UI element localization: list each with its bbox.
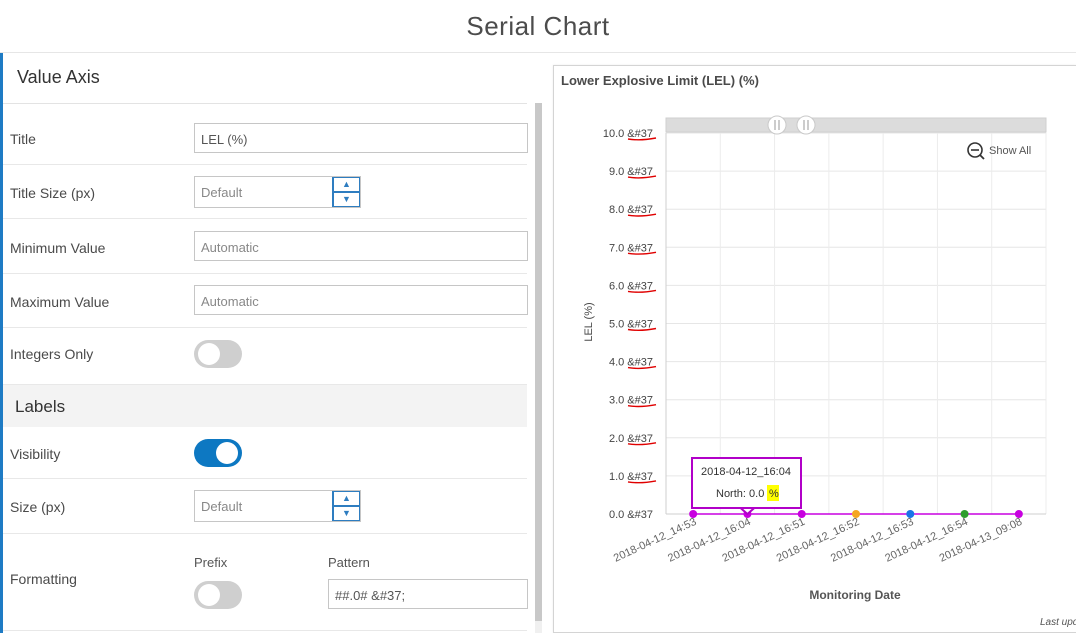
title-size-placeholder: Default (201, 185, 243, 200)
formatting-label: Formatting (10, 571, 77, 587)
label-size-label: Size (px) (10, 499, 66, 515)
minimum-value-label: Minimum Value (10, 240, 106, 256)
chart-preview-panel (553, 65, 1076, 633)
maximum-value-input[interactable]: Automatic (194, 285, 528, 315)
page-title: Serial Chart (466, 11, 610, 41)
panel-scrollbar-thumb[interactable] (535, 103, 542, 621)
integers-only-toggle[interactable] (194, 340, 242, 368)
labels-heading: Labels (15, 397, 66, 416)
visibility-row: Visibility (3, 428, 527, 479)
formatting-row: Formatting Prefix Pattern ##.0# &#37; (3, 534, 528, 631)
minimum-value-input[interactable]: Automatic (194, 231, 528, 261)
label-size-placeholder: Default (201, 499, 243, 514)
increment-arrow-icon[interactable]: ▲ (333, 177, 360, 192)
value-axis-heading: Value Axis (17, 67, 100, 87)
title-size-row: Title Size (px) Default ▲ ▼ (3, 165, 527, 219)
label-size-stepper[interactable]: Default ▲ ▼ (194, 490, 361, 522)
decrement-arrow-icon[interactable]: ▼ (333, 192, 360, 207)
labels-section-header: Labels (3, 385, 527, 427)
pattern-input[interactable]: ##.0# &#37; (328, 579, 528, 609)
title-input[interactable]: LEL (%) (194, 123, 528, 153)
label-size-row: Size (px) Default ▲ ▼ (3, 479, 527, 534)
integers-only-row: Integers Only (3, 328, 527, 385)
integers-only-label: Integers Only (10, 346, 94, 362)
title-size-label: Title Size (px) (10, 185, 96, 201)
increment-arrow-icon[interactable]: ▲ (333, 491, 360, 506)
visibility-toggle[interactable] (194, 439, 242, 467)
label-size-spinner: ▲ ▼ (332, 491, 360, 521)
toggle-knob (198, 343, 220, 365)
maximum-value-label: Maximum Value (10, 294, 110, 310)
value-axis-section-header: Value Axis (3, 53, 527, 104)
pattern-label: Pattern (328, 555, 370, 570)
toggle-knob (216, 442, 238, 464)
toggle-knob (198, 584, 220, 606)
minimum-value-row: Minimum Value Automatic (3, 219, 528, 274)
chart-title: Lower Explosive Limit (LEL) (%) (561, 73, 759, 88)
title-size-spinner: ▲ ▼ (332, 177, 360, 207)
prefix-label: Prefix (194, 555, 228, 570)
title-label: Title (10, 131, 36, 147)
title-size-stepper[interactable]: Default ▲ ▼ (194, 176, 361, 208)
maximum-value-row: Maximum Value Automatic (3, 274, 528, 328)
visibility-label: Visibility (10, 446, 61, 462)
last-updated-text: Last upd (1040, 617, 1076, 628)
prefix-toggle[interactable] (194, 581, 242, 609)
decrement-arrow-icon[interactable]: ▼ (333, 506, 360, 521)
title-row: Title LEL (%) (3, 104, 528, 165)
